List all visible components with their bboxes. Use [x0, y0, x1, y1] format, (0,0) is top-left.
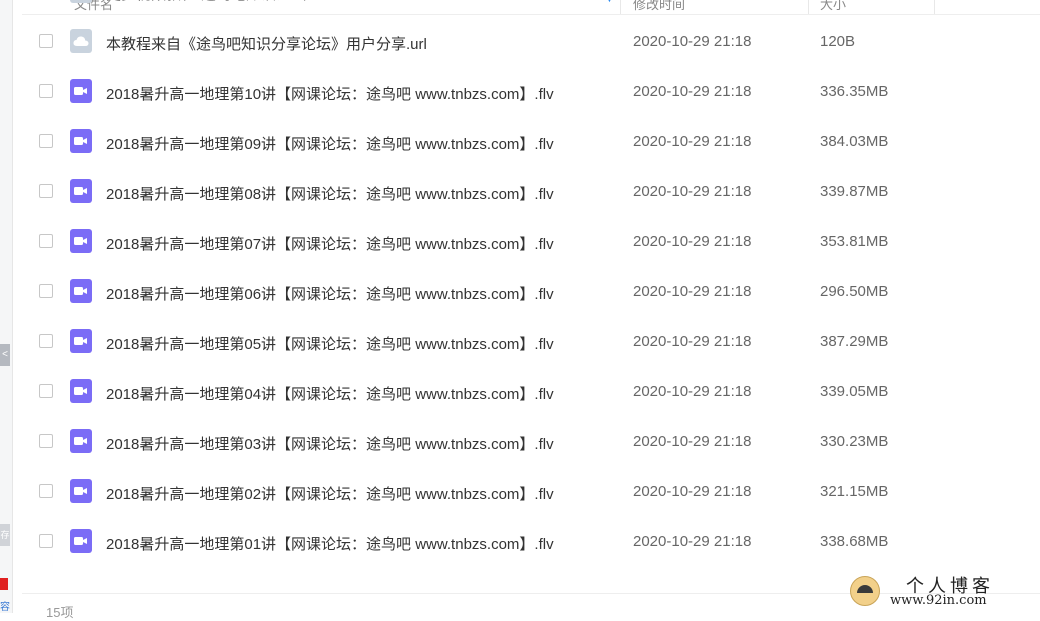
row-checkbox[interactable]	[39, 134, 53, 148]
file-row[interactable]: 2018暑升高一地理第02讲【网课论坛：途鸟吧 www.tnbzs.com】.f…	[22, 467, 1040, 517]
watermark-url: www.92in.com	[890, 593, 987, 608]
file-name[interactable]: 2018暑升高一地理第08讲【网课论坛：途鸟吧 www.tnbzs.com】.f…	[106, 183, 554, 204]
file-list: 文件名 ▼ 修改时间 大小 更多视频教程-途鸟吧知识论坛 www.tnbzs.c…	[22, 0, 1040, 613]
item-count: 15项	[46, 605, 74, 620]
file-name[interactable]: 2018暑升高一地理第04讲【网课论坛：途鸟吧 www.tnbzs.com】.f…	[106, 383, 554, 404]
sidebar-bottom-label: 容	[0, 602, 10, 613]
file-row[interactable]: 2018暑升高一地理第08讲【网课论坛：途鸟吧 www.tnbzs.com】.f…	[22, 167, 1040, 217]
file-size: 321.15MB	[820, 483, 889, 500]
file-size: 338.68MB	[820, 533, 889, 550]
file-modified-time: 2020-10-29 21:18	[633, 533, 752, 550]
file-row[interactable]: 2018暑升高一地理第09讲【网课论坛：途鸟吧 www.tnbzs.com】.f…	[22, 117, 1040, 167]
row-checkbox[interactable]	[39, 234, 53, 248]
video-file-icon	[70, 79, 92, 103]
file-size: 120B	[820, 33, 856, 50]
file-name[interactable]: 2018暑升高一地理第03讲【网课论坛：途鸟吧 www.tnbzs.com】.f…	[106, 433, 554, 454]
cloud-link-file-icon	[70, 0, 92, 3]
file-size: 353.81MB	[820, 233, 889, 250]
file-name[interactable]: 2018暑升高一地理第09讲【网课论坛：途鸟吧 www.tnbzs.com】.f…	[106, 133, 554, 154]
file-size: 339.05MB	[820, 383, 889, 400]
file-modified-time: 2020-10-29 21:18	[633, 333, 752, 350]
file-row[interactable]: 2018暑升高一地理第03讲【网课论坛：途鸟吧 www.tnbzs.com】.f…	[22, 417, 1040, 467]
file-row[interactable]: 2018暑升高一地理第10讲【网课论坛：途鸟吧 www.tnbzs.com】.f…	[22, 67, 1040, 117]
blog-watermark: 个人博客 www.92in.com	[846, 572, 1036, 610]
file-modified-time: 2020-10-29 21:18	[633, 233, 752, 250]
collapse-sidebar-button[interactable]: <	[0, 344, 10, 366]
video-file-icon	[70, 429, 92, 453]
row-checkbox[interactable]	[39, 484, 53, 498]
row-checkbox[interactable]	[39, 334, 53, 348]
file-modified-time: 2020-10-29 21:18	[633, 133, 752, 150]
file-size: 384.03MB	[820, 133, 889, 150]
file-row[interactable]: 2018暑升高一地理第01讲【网课论坛：途鸟吧 www.tnbzs.com】.f…	[22, 517, 1040, 567]
file-row[interactable]: 2018暑升高一地理第05讲【网课论坛：途鸟吧 www.tnbzs.com】.f…	[22, 317, 1040, 367]
video-file-icon	[70, 479, 92, 503]
left-sidebar-rail: < 存 容	[0, 0, 13, 613]
file-size: 336.35MB	[820, 83, 889, 100]
file-modified-time: 2020-10-29 21:18	[633, 33, 752, 50]
video-file-icon	[70, 279, 92, 303]
video-file-icon	[70, 129, 92, 153]
file-size: 387.29MB	[820, 333, 889, 350]
video-file-icon	[70, 379, 92, 403]
file-size: 330.23MB	[820, 433, 889, 450]
file-modified-time: 2020-10-29 21:18	[633, 433, 752, 450]
cloud-link-file-icon	[70, 29, 92, 53]
file-row[interactable]: 2018暑升高一地理第07讲【网课论坛：途鸟吧 www.tnbzs.com】.f…	[22, 217, 1040, 267]
file-modified-time: 2020-10-29 21:18	[633, 183, 752, 200]
file-row[interactable]: 2018暑升高一地理第06讲【网课论坛：途鸟吧 www.tnbzs.com】.f…	[22, 267, 1040, 317]
file-modified-time: 2020-10-29 21:18	[633, 383, 752, 400]
file-size: 296.50MB	[820, 283, 889, 300]
row-checkbox[interactable]	[39, 384, 53, 398]
row-checkbox[interactable]	[39, 284, 53, 298]
row-checkbox[interactable]	[39, 184, 53, 198]
row-checkbox[interactable]	[39, 534, 53, 548]
file-modified-time: 2020-10-29 21:18	[633, 483, 752, 500]
video-file-icon	[70, 329, 92, 353]
video-file-icon	[70, 229, 92, 253]
video-file-icon	[70, 179, 92, 203]
red-indicator-badge	[0, 578, 8, 590]
file-name[interactable]: 本教程来自《途鸟吧知识分享论坛》用户分享.url	[106, 33, 427, 54]
row-checkbox[interactable]	[39, 84, 53, 98]
file-name[interactable]: 更多视频教程-途鸟吧知识论坛 www.tnbzs.com.url	[106, 0, 435, 4]
row-checkbox[interactable]	[39, 34, 53, 48]
file-row[interactable]: 更多视频教程-途鸟吧知识论坛 www.tnbzs.com.url2020-10-…	[22, 0, 1040, 17]
file-row[interactable]: 本教程来自《途鸟吧知识分享论坛》用户分享.url 2020-10-29 21:18…	[22, 17, 1040, 67]
file-row[interactable]: 2018暑升高一地理第04讲【网课论坛：途鸟吧 www.tnbzs.com】.f…	[22, 367, 1040, 417]
file-modified-time: 2020-10-29 21:18	[633, 283, 752, 300]
sidebar-side-tab[interactable]: 存	[0, 524, 10, 546]
file-name[interactable]: 2018暑升高一地理第01讲【网课论坛：途鸟吧 www.tnbzs.com】.f…	[106, 533, 554, 554]
file-size: 339.87MB	[820, 183, 889, 200]
file-name[interactable]: 2018暑升高一地理第10讲【网课论坛：途鸟吧 www.tnbzs.com】.f…	[106, 83, 554, 104]
avatar-icon	[850, 576, 880, 606]
file-name[interactable]: 2018暑升高一地理第02讲【网课论坛：途鸟吧 www.tnbzs.com】.f…	[106, 483, 554, 504]
file-name[interactable]: 2018暑升高一地理第06讲【网课论坛：途鸟吧 www.tnbzs.com】.f…	[106, 283, 554, 304]
video-file-icon	[70, 529, 92, 553]
file-modified-time: 2020-10-29 21:18	[633, 83, 752, 100]
file-name[interactable]: 2018暑升高一地理第05讲【网课论坛：途鸟吧 www.tnbzs.com】.f…	[106, 333, 554, 354]
row-checkbox[interactable]	[39, 434, 53, 448]
file-name[interactable]: 2018暑升高一地理第07讲【网课论坛：途鸟吧 www.tnbzs.com】.f…	[106, 233, 554, 254]
